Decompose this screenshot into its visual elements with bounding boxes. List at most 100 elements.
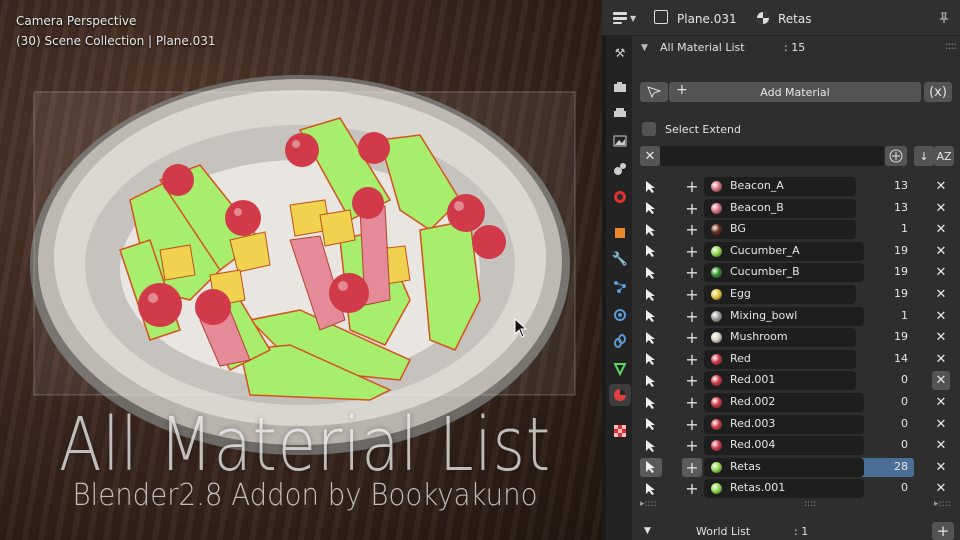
sort-order-button[interactable]: ↓ (914, 146, 934, 166)
material-name-field[interactable]: BG (704, 220, 856, 240)
assign-material-button[interactable]: + (682, 307, 702, 326)
tab-texture[interactable] (609, 420, 631, 442)
material-name-field[interactable]: Cucumber_B (704, 263, 864, 283)
remove-material-button[interactable]: ✕ (932, 350, 950, 369)
list-resize-grip-icon[interactable]: :::: (804, 499, 816, 509)
select-objects-button[interactable] (640, 436, 662, 455)
material-row[interactable]: + Retas 28 ✕ (632, 457, 960, 479)
remove-material-button[interactable]: ✕ (932, 328, 950, 347)
select-objects-button[interactable] (640, 220, 662, 239)
add-filter-button[interactable] (885, 146, 907, 166)
list-resize-right-icon[interactable]: ▸:::: (934, 499, 951, 509)
remove-material-button[interactable]: ✕ (932, 371, 950, 391)
remove-material-button[interactable]: ✕ (932, 177, 950, 196)
tab-scene[interactable] (609, 158, 631, 180)
material-name[interactable]: Retas (778, 12, 812, 26)
remove-material-button[interactable]: ✕ (932, 242, 950, 261)
material-row[interactable]: + Cucumber_A 19 ✕ (632, 241, 960, 263)
remove-material-button[interactable]: ✕ (932, 220, 950, 239)
material-name-field[interactable]: Red.002 (704, 393, 864, 412)
material-row[interactable]: + Red 14 ✕ (632, 349, 960, 371)
material-name-field[interactable]: Red.004 (704, 436, 864, 456)
select-objects-button[interactable] (640, 415, 662, 434)
select-objects-button[interactable] (640, 307, 662, 326)
assign-material-button[interactable]: + (682, 285, 702, 304)
object-name[interactable]: Plane.031 (677, 12, 737, 26)
material-name-field[interactable]: Beacon_A (704, 177, 856, 196)
material-row[interactable]: + BG 1 ✕ (632, 219, 960, 241)
material-name-field[interactable]: Cucumber_A (704, 241, 864, 261)
select-objects-button[interactable] (640, 263, 662, 282)
add-material-button[interactable]: + Add Material (669, 82, 921, 102)
remove-material-button[interactable]: ✕ (932, 415, 950, 434)
assign-material-button[interactable]: + (682, 457, 702, 477)
remove-material-button[interactable]: ✕ (932, 479, 950, 498)
material-row[interactable]: + Mixing_bowl 1 ✕ (632, 306, 960, 328)
tab-physics[interactable] (609, 304, 631, 326)
assign-material-button[interactable]: + (682, 393, 702, 412)
sort-alpha-button[interactable]: AZ (934, 146, 954, 166)
tab-constraints[interactable] (609, 330, 631, 352)
material-name-field[interactable]: Egg (704, 285, 856, 304)
remove-material-button[interactable]: ✕ (932, 307, 950, 326)
material-name-field[interactable]: Beacon_B (704, 198, 856, 218)
material-name-field[interactable]: Red (704, 349, 856, 369)
select-objects-button[interactable] (640, 457, 662, 477)
tab-world[interactable] (609, 186, 631, 208)
remove-material-button[interactable]: ✕ (932, 458, 950, 477)
assign-material-button[interactable]: + (682, 177, 702, 196)
material-name-field[interactable]: Mushroom (704, 328, 856, 348)
material-name-field[interactable]: Retas.001 (704, 479, 864, 499)
tab-object[interactable] (609, 222, 631, 244)
tab-particles[interactable] (609, 276, 631, 298)
add-world-button[interactable]: + (932, 522, 954, 540)
collapse-panel-icon[interactable]: ▼ (641, 43, 648, 53)
panel-title[interactable]: All Material List (660, 41, 745, 54)
assign-material-button[interactable]: + (682, 479, 702, 498)
material-row[interactable]: + Red.004 0 ✕ (632, 435, 960, 457)
material-row[interactable]: + Red.002 0 ✕ (632, 392, 960, 414)
remove-material-button[interactable]: ✕ (932, 393, 950, 412)
select-objects-button[interactable] (640, 177, 662, 196)
assign-material-button[interactable]: + (682, 328, 702, 347)
assign-material-button[interactable]: + (682, 415, 702, 434)
material-row[interactable]: + Cucumber_B 19 ✕ (632, 262, 960, 284)
select-objects-button[interactable] (640, 393, 662, 412)
material-name-field[interactable]: Red.001 (704, 371, 856, 391)
select-objects-button[interactable] (640, 328, 662, 347)
assign-material-button[interactable]: + (682, 220, 702, 239)
eyedropper-button[interactable] (640, 82, 668, 102)
material-row[interactable]: + Mushroom 19 ✕ (632, 327, 960, 349)
tab-data[interactable] (609, 358, 631, 380)
remove-material-button[interactable]: ✕ (932, 436, 950, 455)
remove-material-button[interactable]: ✕ (932, 263, 950, 282)
select-objects-button[interactable] (640, 479, 662, 498)
select-objects-button[interactable] (640, 285, 662, 304)
assign-material-button[interactable]: + (682, 242, 702, 261)
world-list-title[interactable]: World List (696, 525, 750, 538)
list-resize-left-icon[interactable]: ▸:::: (640, 499, 657, 509)
assign-material-button[interactable]: + (682, 436, 702, 455)
material-row[interactable]: + Red.003 0 ✕ (632, 414, 960, 436)
assign-material-button[interactable]: + (682, 263, 702, 282)
material-row[interactable]: + Beacon_B 13 ✕ (632, 198, 960, 220)
material-row[interactable]: + Egg 19 ✕ (632, 284, 960, 306)
assign-material-button[interactable]: + (682, 350, 702, 369)
material-row[interactable]: + Retas.001 0 ✕ (632, 478, 960, 500)
material-row[interactable]: + Beacon_A 13 ✕ (632, 176, 960, 198)
3d-viewport[interactable]: Camera Perspective (30) Scene Collection… (0, 0, 602, 540)
material-name-field[interactable]: Red.003 (704, 414, 864, 434)
material-row[interactable]: + Red.001 0 ✕ (632, 370, 960, 392)
tab-render[interactable] (609, 76, 631, 98)
select-extend-checkbox[interactable] (642, 122, 656, 136)
material-name-field[interactable]: Mixing_bowl (704, 306, 864, 326)
clear-filter-button[interactable]: ✕ (640, 146, 660, 166)
tab-modifiers[interactable]: 🔧 (609, 248, 631, 270)
select-objects-button[interactable] (640, 350, 662, 369)
assign-material-button[interactable]: + (682, 199, 702, 218)
filter-input[interactable] (660, 146, 884, 166)
tab-material[interactable] (609, 384, 631, 406)
material-name-field[interactable]: Retas (704, 457, 864, 477)
select-objects-button[interactable] (640, 371, 662, 390)
tab-view-layer[interactable] (609, 130, 631, 152)
